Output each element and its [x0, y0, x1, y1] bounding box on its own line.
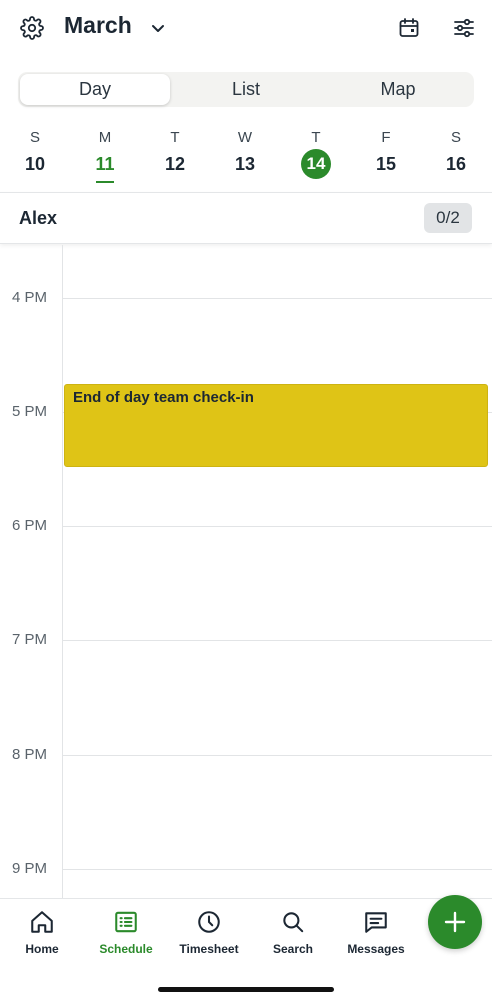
hour-label: 8 PM — [12, 746, 48, 763]
nav-messages[interactable]: Messages — [336, 909, 416, 956]
clock-icon — [198, 911, 220, 933]
week-day-mon[interactable]: M 11 — [83, 128, 127, 183]
home-icon — [31, 911, 53, 933]
hour-line — [62, 869, 492, 870]
hour-label: 9 PM — [12, 860, 48, 877]
schedule-icon — [115, 911, 137, 933]
week-day-sat[interactable]: S 16 — [434, 128, 478, 179]
week-day-tue[interactable]: T 12 — [153, 128, 197, 179]
selected-day-number: 14 — [301, 149, 331, 179]
filter-icon[interactable] — [452, 16, 476, 40]
nav-label: Timesheet — [179, 942, 239, 956]
hour-row: 7 PM — [0, 631, 492, 648]
day-number: 13 — [234, 154, 256, 174]
bottom-tab-bar: Home Schedule Timesheet Search Messages — [0, 895, 492, 1000]
task-count-badge: 0/2 — [424, 203, 472, 233]
hour-label: 5 PM — [12, 403, 48, 420]
hour-row: 6 PM — [0, 517, 492, 534]
day-of-week: T — [170, 129, 180, 146]
week-strip: S 10 M 11 T 12 W 13 T 14 F 15 S 16 — [0, 128, 492, 188]
nav-search[interactable]: Search — [253, 909, 333, 956]
current-day-indicator — [96, 181, 114, 183]
day-of-week: T — [311, 129, 321, 146]
timeline-divider — [62, 245, 63, 898]
search-icon — [283, 912, 304, 933]
day-number: 15 — [375, 154, 397, 174]
tab-map[interactable]: Map — [322, 72, 474, 107]
plus-icon — [444, 911, 466, 933]
day-number: 11 — [95, 154, 115, 174]
tab-list[interactable]: List — [170, 72, 322, 107]
week-day-sun[interactable]: S 10 — [13, 128, 57, 179]
hour-line — [62, 640, 492, 641]
nav-label: Messages — [347, 942, 405, 956]
nav-timesheet[interactable]: Timesheet — [169, 909, 249, 956]
calendar-icon[interactable] — [397, 16, 421, 40]
chevron-down-icon[interactable] — [150, 20, 166, 36]
week-day-fri[interactable]: F 15 — [364, 128, 408, 179]
day-of-week: M — [98, 129, 112, 146]
messages-icon — [365, 912, 387, 933]
top-bar: March — [0, 0, 492, 58]
week-day-thu[interactable]: T 14 — [294, 128, 338, 179]
day-timeline[interactable]: 4 PM 5 PM 6 PM 7 PM 8 PM 9 PM End of day… — [0, 245, 492, 898]
hour-row: 8 PM — [0, 746, 492, 763]
home-indicator — [158, 987, 334, 992]
hour-line — [62, 526, 492, 527]
hour-label: 6 PM — [12, 517, 48, 534]
day-of-week: S — [450, 129, 461, 146]
user-row[interactable]: Alex 0/2 — [0, 192, 492, 244]
nav-schedule[interactable]: Schedule — [86, 909, 166, 956]
event-title: End of day team check-in — [73, 389, 254, 406]
hour-label: 4 PM — [12, 289, 48, 306]
hour-label: 7 PM — [12, 631, 48, 648]
day-number: 16 — [445, 154, 467, 174]
hour-row: 4 PM — [0, 289, 492, 306]
day-of-week: F — [381, 129, 391, 146]
day-number: 10 — [24, 154, 46, 174]
nav-label: Schedule — [99, 942, 153, 956]
hour-line — [62, 298, 492, 299]
nav-home[interactable]: Home — [2, 909, 82, 956]
event-card[interactable]: End of day team check-in — [64, 384, 488, 467]
month-title[interactable]: March — [64, 12, 132, 39]
day-of-week: W — [237, 129, 253, 146]
add-button[interactable] — [428, 895, 482, 949]
view-segmented-control: Day List Map — [18, 72, 474, 107]
gear-icon[interactable] — [20, 16, 44, 40]
tab-day[interactable]: Day — [20, 74, 170, 105]
nav-label: Home — [25, 942, 59, 956]
day-of-week: S — [29, 129, 40, 146]
day-number: 12 — [164, 154, 186, 174]
nav-label: Search — [272, 942, 314, 956]
hour-line — [62, 755, 492, 756]
hour-row: 9 PM — [0, 860, 492, 877]
user-name: Alex — [19, 208, 58, 228]
week-day-wed[interactable]: W 13 — [223, 128, 267, 179]
